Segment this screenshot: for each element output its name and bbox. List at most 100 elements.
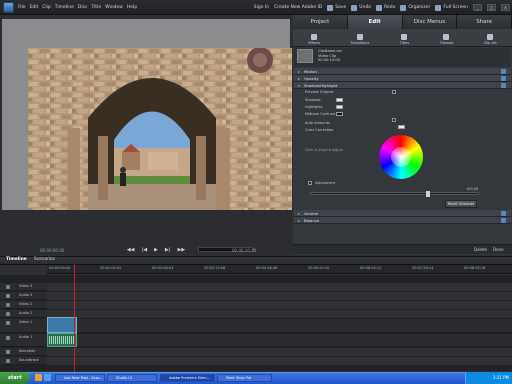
timeline-toolbar bbox=[0, 256, 512, 265]
transitions-icon bbox=[356, 34, 363, 40]
titles-icon bbox=[401, 34, 408, 40]
tab-scenarios[interactable]: Scenarios bbox=[34, 257, 55, 262]
shadows-swatch[interactable] bbox=[336, 98, 343, 102]
menu-disc[interactable]: Disc bbox=[78, 5, 88, 10]
highlights-label: Highlights bbox=[305, 105, 323, 109]
effects-icon bbox=[311, 34, 318, 40]
track-narration[interactable]: Narration bbox=[0, 348, 512, 356]
menu-file[interactable]: File bbox=[18, 5, 26, 10]
maximize-icon[interactable]: □ bbox=[487, 4, 496, 11]
tab-share[interactable]: Share bbox=[457, 15, 512, 29]
section-balance[interactable]: Balance bbox=[294, 217, 511, 224]
section-motion[interactable]: Motion bbox=[294, 68, 511, 75]
taskbar-item[interactable]: Add New Post - Expr... bbox=[55, 374, 105, 382]
track-soundtrack[interactable]: Soundtrack bbox=[0, 357, 512, 365]
ruler-label: 00:00:00:00 bbox=[49, 266, 71, 270]
tab-project[interactable]: Project bbox=[293, 15, 348, 29]
quicklaunch-icon[interactable] bbox=[35, 374, 42, 381]
track-area[interactable] bbox=[47, 348, 512, 356]
create-account-link[interactable]: Create New Adobe ID bbox=[274, 5, 322, 10]
eye-icon[interactable] bbox=[501, 83, 506, 88]
menu-edit[interactable]: Edit bbox=[30, 5, 39, 10]
menu-help[interactable]: Help bbox=[127, 5, 137, 10]
done-button[interactable]: Done bbox=[493, 247, 504, 252]
start-button[interactable]: start bbox=[0, 372, 30, 384]
menu-title[interactable]: Title bbox=[91, 5, 101, 10]
track-audio-3[interactable]: Audio 3 bbox=[0, 292, 512, 300]
tab-edit[interactable]: Edit bbox=[347, 15, 403, 29]
themes-button[interactable]: Themes bbox=[439, 34, 453, 45]
slider-knob[interactable] bbox=[426, 191, 430, 197]
track-icon bbox=[6, 285, 10, 289]
fullscreen-button[interactable]: Full Screen bbox=[435, 4, 468, 11]
redo-button[interactable]: Redo bbox=[376, 4, 395, 11]
ruler-label: 00:08:32:16 bbox=[464, 266, 486, 270]
delete-button[interactable]: Delete bbox=[474, 247, 487, 252]
rewind-icon[interactable]: ◀◀ bbox=[127, 247, 135, 253]
ruler-label: 00:07:28:14 bbox=[412, 266, 434, 270]
menu-window[interactable]: Window bbox=[105, 5, 123, 10]
midtone-swatch[interactable] bbox=[336, 112, 343, 116]
video-clip[interactable] bbox=[47, 317, 77, 333]
track-area[interactable] bbox=[47, 301, 512, 309]
track-icon bbox=[6, 350, 10, 354]
minimize-icon[interactable]: _ bbox=[473, 4, 482, 11]
eye-icon[interactable] bbox=[501, 218, 506, 223]
fullscreen-icon bbox=[435, 4, 442, 11]
color-wheel[interactable] bbox=[379, 135, 423, 179]
adjust-checkbox[interactable] bbox=[308, 181, 312, 185]
track-icon bbox=[6, 312, 10, 316]
clip-thumbnail bbox=[297, 49, 313, 63]
save-button[interactable]: Save bbox=[327, 4, 346, 11]
tab-disc-menus[interactable]: Disc Menus bbox=[402, 15, 458, 29]
section-opacity[interactable]: Opacity bbox=[294, 75, 511, 82]
eye-icon[interactable] bbox=[501, 76, 506, 81]
track-area[interactable] bbox=[47, 292, 512, 300]
playhead[interactable] bbox=[74, 264, 75, 372]
organizer-button[interactable]: Organizer bbox=[400, 4, 430, 11]
highlights-swatch[interactable] bbox=[336, 105, 343, 109]
taskbar-item[interactable]: Studio UI bbox=[107, 374, 157, 382]
clip-art-button[interactable]: Clip Art bbox=[484, 34, 497, 45]
track-area[interactable] bbox=[47, 357, 512, 365]
play-icon[interactable]: ▶ bbox=[154, 247, 158, 253]
slider-value: 100.00 bbox=[466, 187, 479, 191]
note-text: Click & drag to adjust bbox=[305, 148, 343, 152]
track-area[interactable] bbox=[47, 283, 512, 291]
system-tray-clock[interactable]: 3:21 PM bbox=[465, 372, 512, 384]
titles-button[interactable]: Titles bbox=[400, 34, 409, 45]
task-tabs: Project Edit Disc Menus Share bbox=[293, 15, 512, 29]
undo-button[interactable]: Undo bbox=[351, 4, 371, 11]
adjustment-slider[interactable] bbox=[310, 191, 479, 197]
redo-icon bbox=[376, 4, 383, 11]
taskbar-item[interactable]: Paint Shop Pro bbox=[217, 374, 272, 382]
transitions-button[interactable]: Transitions bbox=[351, 34, 369, 45]
track-video-2[interactable]: Video 2 bbox=[0, 301, 512, 309]
save-icon bbox=[327, 4, 334, 11]
preview-checkbox[interactable] bbox=[392, 90, 396, 94]
close-icon[interactable]: × bbox=[501, 4, 510, 11]
color-swatch[interactable] bbox=[398, 125, 405, 129]
signin-link[interactable]: Sign In bbox=[254, 5, 269, 10]
step-back-icon[interactable]: |◀ bbox=[142, 247, 148, 253]
menu-clip[interactable]: Clip bbox=[42, 5, 51, 10]
section-shadow-highlight[interactable]: Shadow/Highlight bbox=[294, 82, 511, 89]
menu-timeline[interactable]: Timeline bbox=[55, 5, 74, 10]
track-area[interactable] bbox=[47, 310, 512, 318]
eye-icon[interactable] bbox=[501, 211, 506, 216]
midtone-label: Midtone Contrast bbox=[305, 112, 336, 116]
clip-name: ClipName.avi Video Clip 00:00:10:00 bbox=[318, 49, 342, 62]
track-video-3[interactable]: Video 3 bbox=[0, 283, 512, 291]
reset-button[interactable]: Reset Shadows bbox=[445, 200, 477, 208]
fast-forward-icon[interactable]: ▶▶ bbox=[177, 247, 185, 253]
eye-icon[interactable] bbox=[501, 69, 506, 74]
auto-checkbox[interactable] bbox=[392, 118, 396, 122]
section-volume[interactable]: Volume bbox=[294, 210, 511, 217]
menu-bar: File Edit Clip Timeline Disc Title Windo… bbox=[18, 0, 137, 15]
step-forward-icon[interactable]: ▶| bbox=[165, 247, 171, 253]
tab-timeline[interactable]: Timeline bbox=[6, 257, 27, 262]
taskbar-item-active[interactable]: Adobe Premiere Elem... bbox=[160, 374, 215, 382]
quicklaunch-icon[interactable] bbox=[44, 374, 51, 381]
shadows-label: Shadows bbox=[305, 98, 321, 102]
effects-button[interactable]: Effects bbox=[308, 34, 320, 45]
